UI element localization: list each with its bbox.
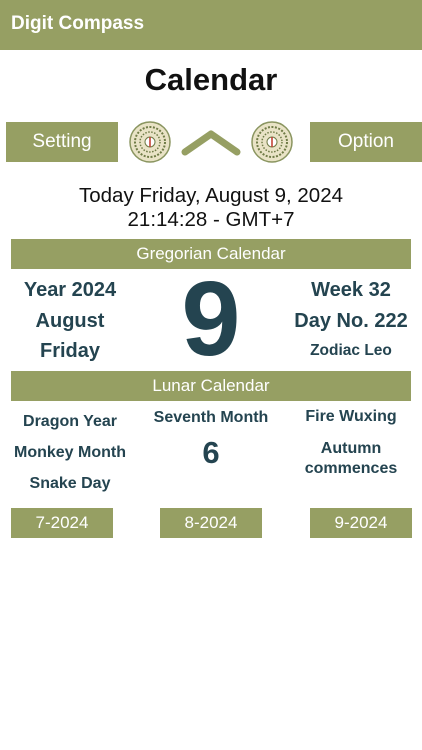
lunar-month-animal: Monkey Month [14, 444, 126, 461]
gregorian-weekday: Friday [39, 340, 101, 362]
page-title: Calendar [144, 62, 278, 97]
lunar-wuxing: Fire Wuxing [305, 408, 397, 425]
option-button[interactable]: Option [310, 122, 422, 162]
compass-icon[interactable] [129, 121, 171, 163]
gregorian-year: Year 2024 [23, 279, 117, 301]
lunar-solar-term: Autumn commences [304, 440, 398, 477]
today-date: Today Friday, August 9, 2024 [78, 184, 343, 207]
lunar-month-name: Seventh Month [153, 409, 269, 426]
compass-icon[interactable] [251, 121, 293, 163]
gregorian-zodiac: Zodiac Leo [310, 342, 392, 359]
lunar-day: 6 [202, 435, 220, 470]
app-title: Digit Compass [11, 13, 145, 34]
lunar-header: Lunar Calendar [11, 371, 411, 401]
top-bar: Digit Compass [0, 0, 422, 50]
current-time: 21:14:28 - GMT+7 [127, 208, 295, 231]
current-month-button[interactable]: 8-2024 [160, 508, 262, 538]
gregorian-day: 9 [181, 260, 241, 378]
gregorian-month: August [35, 310, 105, 332]
lunar-day-animal: Snake Day [29, 475, 111, 492]
chevron-up-icon[interactable] [181, 128, 241, 156]
gregorian-day-number: Day No. 222 [294, 310, 408, 332]
lunar-year: Dragon Year [23, 413, 117, 430]
prev-month-button[interactable]: 7-2024 [11, 508, 113, 538]
next-month-button[interactable]: 9-2024 [310, 508, 412, 538]
gregorian-week: Week 32 [311, 279, 391, 301]
setting-button[interactable]: Setting [6, 122, 118, 162]
